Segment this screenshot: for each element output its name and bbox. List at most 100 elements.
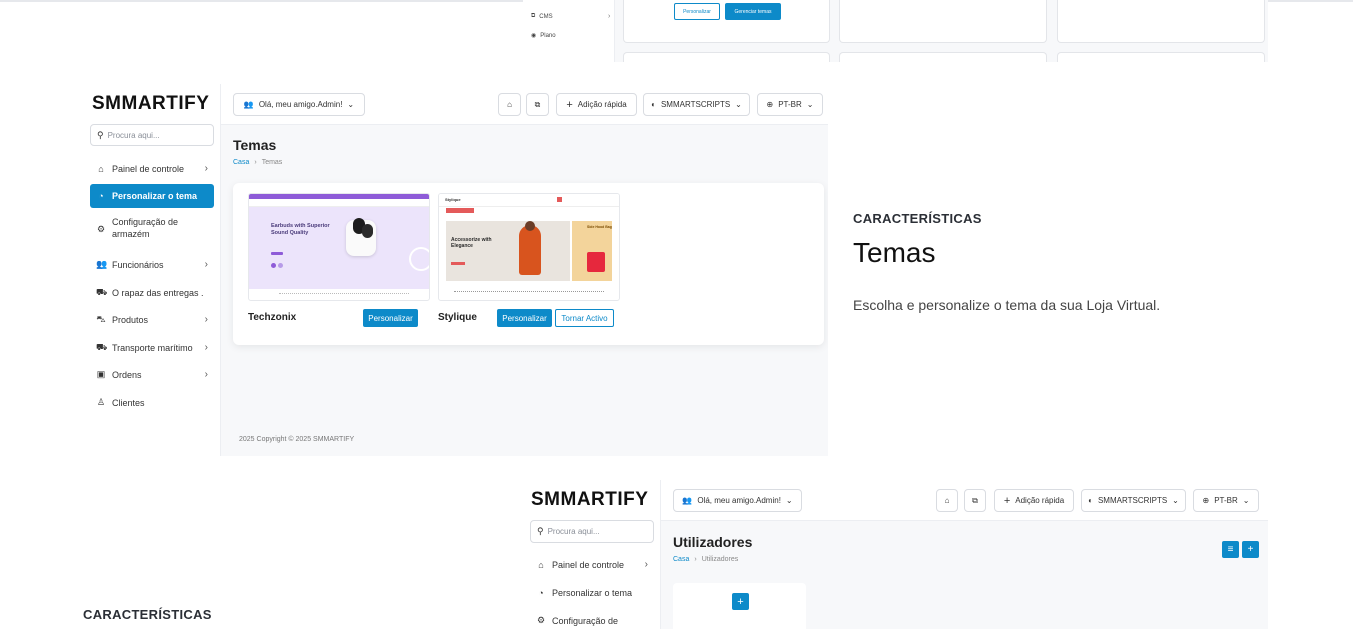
sidebar-item-delivery[interactable]: ⛟ O rapaz das entregas . xyxy=(90,283,214,302)
settings-icon: ⚙ xyxy=(536,615,546,625)
plus-icon: + xyxy=(737,595,744,608)
chevron-right-icon: › xyxy=(204,369,208,380)
logo: SMMARTIFY xyxy=(92,93,210,114)
search-input[interactable]: ⚲ Procura aqui... xyxy=(90,124,214,146)
personalize-button[interactable]: Personalizar xyxy=(363,309,418,327)
chevron-down-icon: ⌄ xyxy=(806,100,814,109)
preview-button[interactable]: ⧉ xyxy=(964,489,986,512)
add-user-card-button[interactable]: + xyxy=(732,593,749,610)
sidebar-item-label: CMS xyxy=(539,13,553,20)
stat-card xyxy=(839,0,1047,43)
logo: SMMARTIFY xyxy=(531,489,649,510)
breadcrumb: Casa › Temas xyxy=(233,159,282,166)
home-button[interactable]: ⌂ xyxy=(498,93,521,116)
bottom-screenshot: SMMARTIFY ⚲ Procura aqui... ⌂ Painel de … xyxy=(523,480,1268,629)
store-selector[interactable]: ◐ SMMARTSCRIPTS ⌄ xyxy=(1081,489,1186,512)
users-icon: 👥 xyxy=(243,100,254,109)
search-icon: ⚲ xyxy=(97,129,104,140)
sidebar-item-label: Painel de controle xyxy=(112,163,185,174)
feature-label: CARACTERÍSTICAS xyxy=(853,211,982,226)
personalize-button[interactable]: Personalizar xyxy=(674,3,720,20)
sidebar-item-products[interactable]: ⛍ Produtos › xyxy=(90,310,214,329)
sidebar-item-theme[interactable]: ◔ Personalizar o tema xyxy=(530,583,654,602)
chevron-right-icon: › xyxy=(204,342,208,353)
preview-button[interactable]: ⧉ xyxy=(526,93,549,116)
theme-name: Techzonix xyxy=(248,312,297,323)
quick-add-button[interactable]: + Adição rápida xyxy=(556,93,637,116)
breadcrumb-current: Utilizadores xyxy=(701,556,739,563)
sidebar-item-warehouse[interactable]: ⚙ Configuração de armazém xyxy=(90,216,214,244)
sidebar-item-shipping[interactable]: ⛟ Transporte marítimo › xyxy=(90,338,214,357)
home-button[interactable]: ⌂ xyxy=(936,489,958,512)
palette-icon: ◐ xyxy=(651,100,656,109)
top-screenshot: ⧉ CMS › ◉ Plano Personalizar Gerenciar t… xyxy=(523,0,1268,62)
ship-icon: ⛟ xyxy=(96,341,108,352)
add-user-button[interactable]: + xyxy=(1242,541,1259,558)
sidebar-item-dashboard[interactable]: ⌂ Painel de controle › xyxy=(90,159,214,178)
page: ⧉ CMS › ◉ Plano Personalizar Gerenciar t… xyxy=(0,0,1353,629)
sidebar-item-clients[interactable]: ♙ Clientes xyxy=(90,393,214,412)
chevron-right-icon: › xyxy=(644,559,648,570)
plus-icon: + xyxy=(566,98,573,111)
breadcrumb-home[interactable]: Casa xyxy=(233,159,249,166)
theme-icon: ◔ xyxy=(538,587,544,598)
sidebar-item-label: Produtos xyxy=(112,314,149,325)
breadcrumb-current: Temas xyxy=(261,159,283,166)
theme-preview-image[interactable]: Earbuds with Superior Sound Quality xyxy=(248,193,430,301)
sidebar-item-plano[interactable]: ◉ Plano xyxy=(531,32,556,40)
quick-add-label: Adição rápida xyxy=(1015,496,1065,505)
cms-icon: ⧉ xyxy=(531,13,536,19)
chevron-down-icon: ⌄ xyxy=(735,100,742,109)
activate-theme-button[interactable]: Tornar Activo xyxy=(555,309,614,327)
add-user-card: + xyxy=(673,583,806,629)
feature-description: Escolha e personalize o tema da sua Loja… xyxy=(853,297,1161,313)
feature-label: CARACTERÍSTICAS xyxy=(83,607,212,622)
card xyxy=(839,52,1047,62)
search-input[interactable]: ⚲ Procura aqui... xyxy=(530,520,654,543)
chevron-down-icon: ⌄ xyxy=(1242,496,1250,505)
search-icon: ⚲ xyxy=(537,526,544,536)
quick-add-label: Adição rápida xyxy=(577,100,627,109)
page-title: Utilizadores xyxy=(673,534,753,550)
chevron-right-icon: › xyxy=(694,556,697,563)
personalize-button[interactable]: Personalizar xyxy=(497,309,552,327)
preview-headline: Accessorize with Elegance xyxy=(451,237,492,249)
manage-themes-button[interactable]: Gerenciar temas xyxy=(725,3,781,20)
eye-icon: ◉ xyxy=(531,33,537,39)
quick-add-button[interactable]: + Adição rápida xyxy=(994,489,1074,512)
user-icon: ♙ xyxy=(96,397,106,407)
sidebar-item-label: Configuração de armazém xyxy=(112,217,179,239)
external-icon: ⧉ xyxy=(972,495,978,505)
feature-title: Temas xyxy=(853,237,936,268)
home-icon: ⌂ xyxy=(98,163,104,174)
list-view-button[interactable]: ≡ xyxy=(1222,541,1239,558)
page-title: Temas xyxy=(233,137,277,153)
sidebar-item-employees[interactable]: 👥 Funcionários › xyxy=(90,255,214,274)
globe-icon: ⊕ xyxy=(1202,496,1210,505)
language-selector[interactable]: ⊕ PT-BR ⌄ xyxy=(1193,489,1259,512)
breadcrumb-home[interactable]: Casa xyxy=(673,556,689,563)
home-icon: ⌂ xyxy=(538,559,544,570)
preview-side: Side Hood Bag xyxy=(587,225,612,229)
sidebar-item-cms[interactable]: ⧉ CMS › xyxy=(531,13,610,20)
store-selector[interactable]: ◐ SMMARTSCRIPTS ⌄ xyxy=(643,93,750,116)
language-label: PT-BR xyxy=(778,100,802,109)
sidebar-item-label: Funcionários xyxy=(112,259,164,270)
language-selector[interactable]: ⊕ PT-BR ⌄ xyxy=(757,93,823,116)
chevron-right-icon: › xyxy=(204,314,208,325)
theme-preview-image[interactable]: Stylique Accessorize with Elegance Side … xyxy=(438,193,620,301)
sidebar: SMMARTIFY ⚲ Procura aqui... ⌂ Painel de … xyxy=(523,480,661,629)
chevron-right-icon: › xyxy=(608,13,611,20)
sidebar-item-orders[interactable]: ▣ Ordens › xyxy=(90,365,214,384)
user-menu-button[interactable]: 👥 Olá, meu amigo.Admin! ⌄ xyxy=(233,93,365,116)
sidebar-item-dashboard[interactable]: ⌂ Painel de controle › xyxy=(530,555,654,574)
sidebar-item-warehouse[interactable]: ⚙ Configuração de xyxy=(530,611,654,629)
sidebar-item-label: Painel de controle xyxy=(552,559,625,570)
cart-icon: ⛍ xyxy=(96,313,106,324)
chevron-down-icon: ⌄ xyxy=(347,100,355,109)
theme-card-stylique: Stylique Accessorize with Elegance Side … xyxy=(438,193,620,331)
theme-name: Stylique xyxy=(438,312,477,323)
user-menu-button[interactable]: 👥 Olá, meu amigo.Admin! ⌄ xyxy=(673,489,802,512)
users-icon: 👥 xyxy=(96,259,108,269)
sidebar-item-theme[interactable]: ◔ Personalizar o tema xyxy=(90,184,214,208)
